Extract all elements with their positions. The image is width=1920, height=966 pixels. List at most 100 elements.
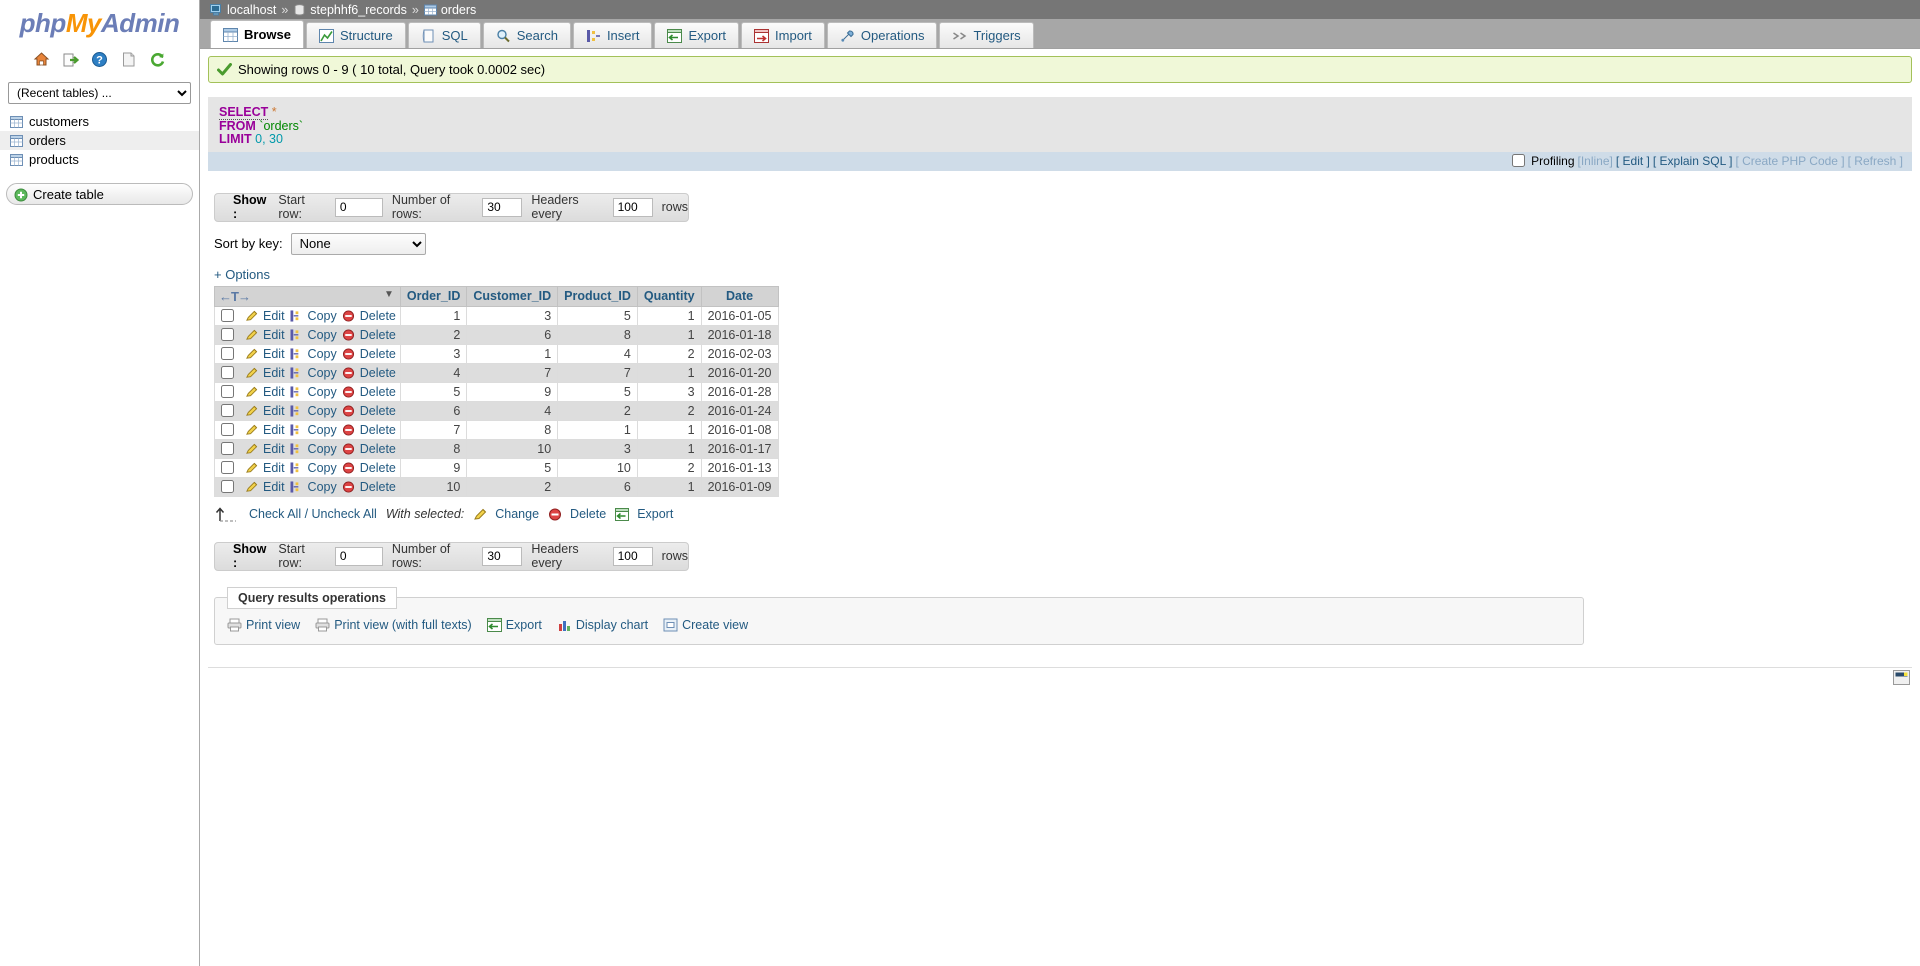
row-edit-link[interactable]: Edit	[263, 347, 285, 361]
console-toggle-icon[interactable]	[1893, 669, 1910, 685]
docs-icon[interactable]	[120, 51, 137, 68]
row-select-checkbox[interactable]	[221, 366, 234, 379]
table-list-item-customers[interactable]: customers	[0, 112, 199, 131]
row-delete-link[interactable]: Delete	[360, 347, 396, 361]
home-icon[interactable]	[33, 51, 50, 68]
row-select-checkbox[interactable]	[221, 461, 234, 474]
column-header-customer-id[interactable]: Customer_ID	[466, 285, 559, 307]
create-view-link[interactable]: Create view	[682, 618, 748, 632]
chevron-down-icon[interactable]: ▼	[384, 289, 394, 300]
table-list-item-products[interactable]: products	[0, 150, 199, 169]
with-selected-delete-link[interactable]: Delete	[570, 507, 606, 521]
row-copy-link[interactable]: Copy	[308, 442, 337, 456]
row-select-checkbox[interactable]	[221, 385, 234, 398]
tab-import[interactable]: Import	[741, 22, 825, 48]
row-delete-link[interactable]: Delete	[360, 423, 396, 437]
logout-icon[interactable]	[62, 51, 80, 68]
edit-link[interactable]: [ Edit ]	[1616, 154, 1650, 168]
tab-triggers[interactable]: Triggers	[939, 22, 1034, 48]
row-select-checkbox[interactable]	[221, 347, 234, 360]
column-header-product-id[interactable]: Product_ID	[557, 285, 638, 307]
help-icon[interactable]: ?	[91, 51, 108, 68]
row-delete-link[interactable]: Delete	[360, 366, 396, 380]
breadcrumb-database[interactable]: stephhf6_records	[310, 3, 407, 17]
breadcrumb-server[interactable]: localhost	[227, 3, 276, 17]
explain-sql-link[interactable]: [ Explain SQL ]	[1653, 154, 1733, 168]
row-select-checkbox[interactable]	[221, 442, 234, 455]
tab-sql[interactable]: SQL	[407, 22, 481, 48]
headers-every-input[interactable]	[612, 197, 653, 217]
column-header-date[interactable]: Date	[700, 285, 779, 307]
profiling-checkbox[interactable]	[1512, 154, 1526, 167]
table-row[interactable]: Edit Copy Delete 9 5 10 2 2016-01-13	[214, 457, 779, 478]
table-list-item-orders[interactable]: orders	[0, 131, 199, 150]
row-edit-link[interactable]: Edit	[263, 461, 285, 475]
row-copy-link[interactable]: Copy	[308, 480, 337, 494]
breadcrumb-table[interactable]: orders	[441, 3, 476, 17]
inline-link[interactable]: [Inline]	[1578, 154, 1613, 168]
with-selected-change-link[interactable]: Change	[495, 507, 539, 521]
print-view-full-texts-link[interactable]: Print view (with full texts)	[334, 618, 472, 632]
table-row[interactable]: Edit Copy Delete 2 6 8 1 2016-01-18	[214, 324, 779, 345]
table-row[interactable]: Edit Copy Delete 8 10 3 1 2016-01-17	[214, 438, 779, 459]
row-edit-link[interactable]: Edit	[263, 366, 285, 380]
column-header-order-id[interactable]: Order_ID	[399, 285, 468, 307]
row-edit-link[interactable]: Edit	[263, 385, 285, 399]
row-edit-link[interactable]: Edit	[263, 480, 285, 494]
row-copy-link[interactable]: Copy	[308, 366, 337, 380]
row-select-checkbox[interactable]	[221, 480, 234, 493]
display-chart-link[interactable]: Display chart	[576, 618, 648, 632]
sort-by-key-select[interactable]: None	[290, 232, 426, 255]
row-copy-link[interactable]: Copy	[308, 423, 337, 437]
row-delete-link[interactable]: Delete	[360, 385, 396, 399]
row-copy-link[interactable]: Copy	[308, 404, 337, 418]
row-edit-link[interactable]: Edit	[263, 309, 285, 323]
headers-every-input-bottom[interactable]	[612, 546, 653, 566]
tab-structure[interactable]: Structure	[305, 22, 406, 48]
row-edit-link[interactable]: Edit	[263, 423, 285, 437]
row-copy-link[interactable]: Copy	[308, 347, 337, 361]
reload-icon[interactable]	[149, 51, 166, 68]
sort-arrows-label[interactable]: ←T→	[219, 289, 251, 304]
print-view-link[interactable]: Print view	[246, 618, 300, 632]
check-all-link[interactable]: Check All / Uncheck All	[249, 507, 377, 521]
tab-operations[interactable]: Operations	[826, 22, 938, 48]
row-delete-link[interactable]: Delete	[360, 404, 396, 418]
num-rows-input-bottom[interactable]	[482, 546, 523, 566]
tab-insert[interactable]: Insert	[572, 22, 653, 48]
create-table-button[interactable]: Create table	[6, 183, 193, 205]
row-delete-link[interactable]: Delete	[360, 461, 396, 475]
table-row[interactable]: Edit Copy Delete 4 7 7 1 2016-01-20	[214, 362, 779, 383]
row-delete-link[interactable]: Delete	[360, 442, 396, 456]
num-rows-input[interactable]	[482, 197, 523, 217]
table-row[interactable]: Edit Copy Delete 7 8 1 1 2016-01-08	[214, 419, 779, 440]
options-toggle-link[interactable]: + Options	[214, 267, 1920, 282]
refresh-link[interactable]: [ Refresh ]	[1848, 154, 1903, 168]
table-row[interactable]: Edit Copy Delete 10 2 6 1 2016-01-09	[214, 476, 779, 497]
tab-browse[interactable]: Browse	[210, 20, 304, 48]
table-row[interactable]: Edit Copy Delete 3 1 4 2 2016-02-03	[214, 343, 779, 364]
tab-export[interactable]: Export	[654, 22, 740, 48]
create-php-code-link[interactable]: [ Create PHP Code ]	[1735, 154, 1844, 168]
row-copy-link[interactable]: Copy	[308, 328, 337, 342]
row-copy-link[interactable]: Copy	[308, 385, 337, 399]
start-row-input[interactable]	[334, 197, 383, 217]
column-header-quantity[interactable]: Quantity	[636, 285, 702, 307]
row-select-checkbox[interactable]	[221, 423, 234, 436]
table-row[interactable]: Edit Copy Delete 6 4 2 2 2016-01-24	[214, 400, 779, 421]
row-copy-link[interactable]: Copy	[308, 309, 337, 323]
row-select-checkbox[interactable]	[221, 309, 234, 322]
with-selected-export-link[interactable]: Export	[637, 507, 673, 521]
tab-search[interactable]: Search	[482, 22, 571, 48]
row-edit-link[interactable]: Edit	[263, 442, 285, 456]
export-link[interactable]: Export	[506, 618, 542, 632]
row-copy-link[interactable]: Copy	[308, 461, 337, 475]
row-delete-link[interactable]: Delete	[360, 309, 396, 323]
row-edit-link[interactable]: Edit	[263, 404, 285, 418]
table-row[interactable]: Edit Copy Delete 1 3 5 1 2016-01-05	[214, 305, 779, 326]
row-edit-link[interactable]: Edit	[263, 328, 285, 342]
row-delete-link[interactable]: Delete	[360, 328, 396, 342]
row-select-checkbox[interactable]	[221, 404, 234, 417]
phpmyadmin-logo[interactable]: phpMyAdmin	[0, 4, 199, 41]
row-select-checkbox[interactable]	[221, 328, 234, 341]
